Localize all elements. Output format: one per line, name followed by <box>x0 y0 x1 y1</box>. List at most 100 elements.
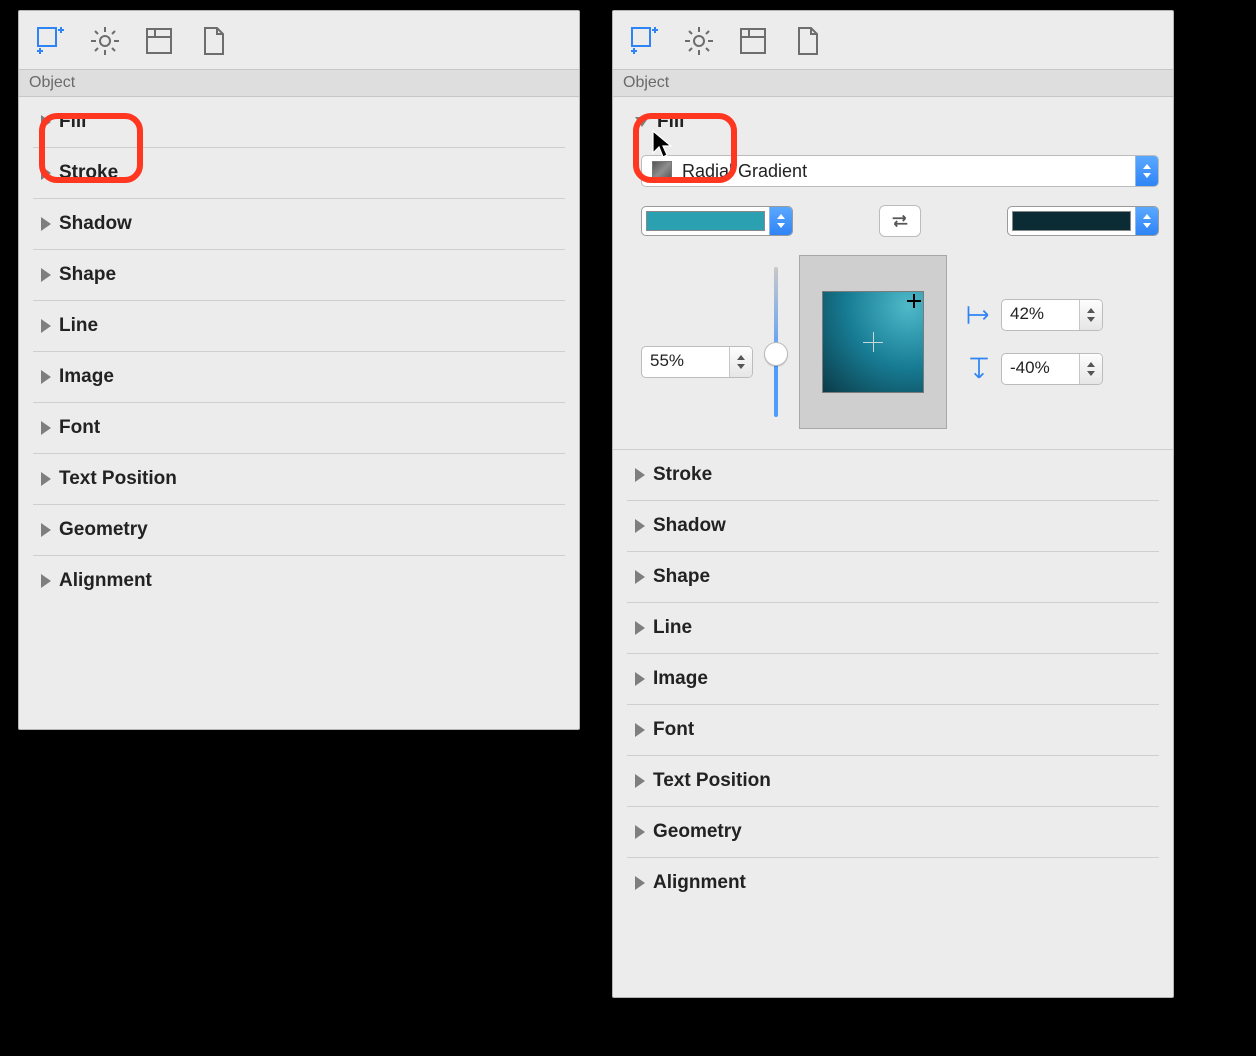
row-label: Alignment <box>653 872 746 894</box>
chevron-right-icon <box>635 672 645 686</box>
rows-container: Fill <box>613 97 1173 147</box>
row-stroke[interactable]: Stroke <box>627 450 1159 501</box>
offset-y-value: -40% <box>1002 354 1079 384</box>
chevron-right-icon <box>635 876 645 890</box>
tab-gear-icon[interactable] <box>87 23 123 59</box>
gradient-swatch-icon <box>652 161 672 181</box>
stepper-arrows-icon <box>1135 207 1158 235</box>
offset-x-icon <box>965 301 993 329</box>
row-shadow[interactable]: Shadow <box>33 199 565 250</box>
inspector-panel-right: Object Fill Radial Gradient <box>612 10 1174 998</box>
row-alignment[interactable]: Alignment <box>33 556 565 606</box>
row-line[interactable]: Line <box>33 301 565 352</box>
toolbar <box>613 11 1173 70</box>
chevron-right-icon <box>635 621 645 635</box>
tab-page-icon[interactable] <box>195 23 231 59</box>
gradient-preview[interactable] <box>799 255 947 429</box>
chevron-right-icon <box>635 519 645 533</box>
row-image[interactable]: Image <box>627 654 1159 705</box>
row-label: Geometry <box>653 821 742 843</box>
row-text-position[interactable]: Text Position <box>33 454 565 505</box>
color-bar <box>1012 211 1131 231</box>
chevron-right-icon <box>41 574 51 588</box>
offset-y-icon <box>965 355 993 383</box>
row-shape[interactable]: Shape <box>627 552 1159 603</box>
chevron-right-icon <box>635 774 645 788</box>
tab-page-icon[interactable] <box>789 23 825 59</box>
gradient-preview-inner <box>822 291 924 393</box>
chevron-down-icon <box>635 117 649 127</box>
rows-container-rest: Stroke Shadow Shape Line Image Font <box>613 450 1173 908</box>
stepper-arrows-icon <box>729 347 752 377</box>
row-line[interactable]: Line <box>627 603 1159 654</box>
row-label: Font <box>59 417 100 439</box>
row-label: Image <box>653 668 708 690</box>
row-stroke[interactable]: Stroke <box>33 148 565 199</box>
swap-colors-button[interactable] <box>879 205 921 237</box>
row-label: Stroke <box>59 162 118 184</box>
row-label: Line <box>653 617 692 639</box>
tab-ruler-icon[interactable] <box>735 23 771 59</box>
chevron-right-icon <box>41 268 51 282</box>
row-image[interactable]: Image <box>33 352 565 403</box>
row-label: Fill <box>657 111 684 133</box>
row-fill[interactable]: Fill <box>33 97 565 148</box>
inspector-panel-left: Object Fill Stroke Shadow Shape Line <box>18 10 580 730</box>
tab-ruler-icon[interactable] <box>141 23 177 59</box>
color-bar <box>646 211 765 231</box>
gradient-slider[interactable] <box>771 267 781 417</box>
gradient-color-start[interactable] <box>641 206 793 236</box>
fill-type-dropdown[interactable]: Radial Gradient <box>641 155 1159 187</box>
tab-object-icon[interactable] <box>627 23 663 59</box>
stepper-arrows-icon <box>1079 300 1102 330</box>
row-label: Shadow <box>653 515 726 537</box>
row-alignment[interactable]: Alignment <box>627 858 1159 908</box>
rows-container: Fill Stroke Shadow Shape Line Image <box>19 97 579 606</box>
chevron-right-icon <box>635 468 645 482</box>
row-font[interactable]: Font <box>33 403 565 454</box>
row-label: Fill <box>59 111 86 133</box>
gradient-color-end[interactable] <box>1007 206 1159 236</box>
chevron-right-icon <box>41 166 51 180</box>
row-label: Geometry <box>59 519 148 541</box>
stepper-arrows-icon <box>1079 354 1102 384</box>
row-shadow[interactable]: Shadow <box>627 501 1159 552</box>
fill-content: Radial Gradient <box>613 147 1173 450</box>
row-label: Stroke <box>653 464 712 486</box>
toolbar <box>19 11 579 70</box>
row-text-position[interactable]: Text Position <box>627 756 1159 807</box>
offset-y-stepper[interactable]: -40% <box>1001 353 1103 385</box>
fill-type-label: Radial Gradient <box>682 161 1135 182</box>
row-label: Shape <box>59 264 116 286</box>
stepper-arrows-icon <box>769 207 792 235</box>
chevron-right-icon <box>635 825 645 839</box>
chevron-right-icon <box>41 370 51 384</box>
row-geometry[interactable]: Geometry <box>627 807 1159 858</box>
row-label: Text Position <box>653 770 771 792</box>
row-geometry[interactable]: Geometry <box>33 505 565 556</box>
section-header: Object <box>613 70 1173 97</box>
slider-thumb[interactable] <box>764 342 788 366</box>
tab-gear-icon[interactable] <box>681 23 717 59</box>
row-label: Line <box>59 315 98 337</box>
plus-icon <box>907 294 921 308</box>
offset-x-value: 42% <box>1002 300 1079 330</box>
offset-x-stepper[interactable]: 42% <box>1001 299 1103 331</box>
crosshair-icon <box>863 332 883 352</box>
chevron-right-icon <box>41 115 51 129</box>
section-header: Object <box>19 70 579 97</box>
chevron-right-icon <box>41 421 51 435</box>
chevron-right-icon <box>635 723 645 737</box>
chevron-right-icon <box>635 570 645 584</box>
row-label: Shadow <box>59 213 132 235</box>
blend-stepper[interactable]: 55% <box>641 346 753 378</box>
blend-value: 55% <box>642 347 729 377</box>
chevron-right-icon <box>41 472 51 486</box>
chevron-right-icon <box>41 523 51 537</box>
row-fill[interactable]: Fill <box>627 97 1159 147</box>
row-shape[interactable]: Shape <box>33 250 565 301</box>
row-font[interactable]: Font <box>627 705 1159 756</box>
tab-object-icon[interactable] <box>33 23 69 59</box>
row-label: Alignment <box>59 570 152 592</box>
row-label: Text Position <box>59 468 177 490</box>
